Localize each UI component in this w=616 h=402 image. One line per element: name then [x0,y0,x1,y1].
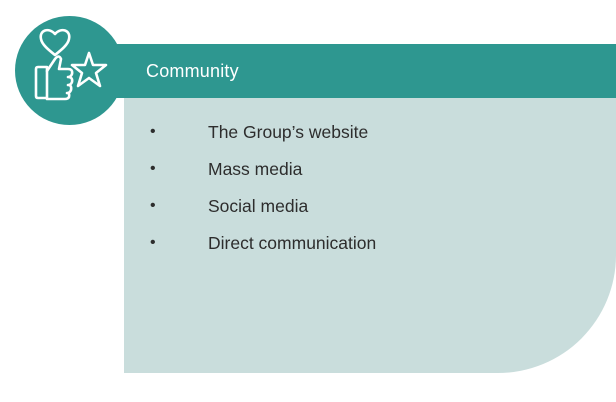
heart-thumbs-up-star-icon [34,28,108,101]
bullet: • [150,197,156,214]
community-badge [15,16,124,125]
bullet: • [150,160,156,177]
list-item: • Direct communication [0,231,420,255]
list-item: • Social media [0,194,420,218]
list-item-label: Direct communication [208,233,377,253]
bullet: • [150,234,156,251]
list-item: • Mass media [0,157,420,181]
list-item-label: Mass media [208,159,303,179]
list-item-label: Social media [208,196,309,216]
section-title: Community [146,61,239,81]
list-item: • The Group’s website [0,120,420,144]
list-item-label: The Group’s website [208,122,369,142]
bullet: • [150,123,156,140]
